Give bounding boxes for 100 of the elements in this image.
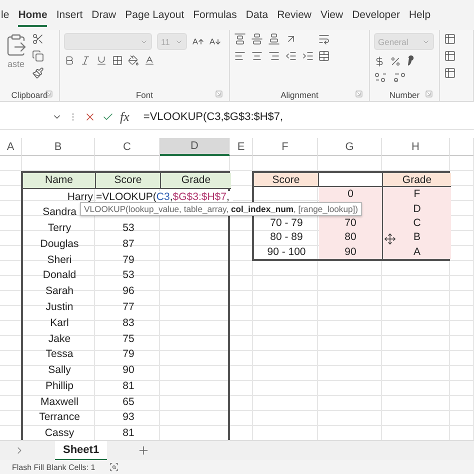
group-label: Number	[389, 88, 420, 100]
bold-icon[interactable]	[64, 55, 75, 66]
add-sheet-icon[interactable]	[137, 444, 150, 457]
ribbon-tab[interactable]: Page Layout	[125, 3, 184, 27]
borders-icon[interactable]	[112, 55, 123, 66]
ribbon-tab[interactable]: Home	[18, 3, 48, 27]
wrap-text-icon[interactable]	[318, 33, 330, 45]
table-cell-text: Terry	[46, 221, 72, 236]
table-cell-text: 79	[122, 252, 136, 268]
paintbrush-icon[interactable]	[32, 67, 44, 79]
ribbon-tab[interactable]: Formulas	[193, 3, 237, 27]
column-heading: Score	[96, 173, 161, 189]
align-left-icon[interactable]	[234, 50, 246, 62]
decrease-indent-icon[interactable]	[285, 50, 297, 62]
ribbon-tab[interactable]: Draw	[92, 3, 116, 27]
table-cell: C	[383, 216, 451, 230]
table-cell-text: Maxwell	[40, 394, 80, 410]
table-cell: B	[383, 230, 451, 245]
orientation-icon[interactable]	[285, 33, 297, 45]
table-cell-text: Sarah	[44, 284, 75, 300]
sheet-tab[interactable]: Sheet1	[55, 440, 108, 460]
table-cell-text: Phillip	[44, 378, 74, 394]
group-label: Alignment	[280, 88, 318, 100]
table-cell-text: 90	[122, 363, 136, 378]
ribbon-tab[interactable]: Help	[408, 3, 431, 27]
increase-indent-icon[interactable]	[302, 50, 314, 62]
column-heading: Grade	[161, 173, 231, 189]
align-center-icon[interactable]	[251, 50, 263, 62]
table-cell-text: 93	[122, 410, 136, 426]
table-cell-text: Cassy	[44, 426, 76, 440]
table-cell: D	[383, 202, 451, 216]
align-top-icon[interactable]	[234, 33, 246, 45]
font-color-icon[interactable]	[144, 55, 155, 66]
status-text: Flash Fill Blank Cells: 1	[12, 462, 96, 472]
table-cell-text: 79	[122, 347, 136, 362]
comma-style-icon[interactable]	[406, 55, 414, 67]
column-header[interactable]: D	[160, 138, 230, 156]
table-cell-text: 81	[122, 378, 136, 394]
table-icon[interactable]	[444, 67, 456, 79]
table-cell-text: Sally	[47, 363, 72, 378]
grow-font-icon[interactable]	[192, 36, 204, 48]
ribbon-tab[interactable]: Developer	[352, 3, 400, 27]
formula-field[interactable]: =VLOOKUP(C3,$G$3:$H$7,	[143, 110, 284, 122]
check-icon[interactable]	[102, 110, 114, 122]
table-cell-text: 87	[122, 236, 136, 252]
table-cell-text: 81	[122, 426, 136, 440]
align-bottom-icon[interactable]	[268, 33, 280, 45]
table-cell: 80	[319, 230, 383, 245]
table-cell-text: 90 - 100	[266, 244, 307, 259]
ribbon-tab[interactable]: View	[320, 3, 344, 27]
increase-decimal-icon[interactable]	[374, 72, 388, 83]
table-cell-text: Karl	[49, 316, 70, 331]
group-label: Clipboard	[11, 88, 48, 100]
ribbon-tab[interactable]: Data	[246, 3, 268, 27]
decrease-decimal-icon[interactable]	[393, 72, 407, 83]
table-cell-text: Tessa	[44, 347, 74, 362]
table-cell-text: Jake	[47, 332, 72, 346]
table-cell-text: 75	[122, 332, 136, 346]
function-tooltip: VLOOKUP(lookup_value, table_array, col_index_num, [range_lookup])	[80, 202, 362, 216]
table-cell-text: Douglas	[39, 236, 80, 252]
table-cell-text: Sheri	[46, 252, 73, 268]
table-icon[interactable]	[444, 50, 456, 62]
insert-function-button[interactable]: fx	[120, 108, 130, 124]
ribbon-tab[interactable]: Insert	[56, 3, 83, 27]
dollar-icon[interactable]	[374, 56, 385, 66]
table-cell-text: Terrance	[38, 410, 81, 426]
table-cell-text: Justin	[44, 300, 74, 315]
shrink-font-icon[interactable]	[209, 36, 221, 48]
table-cell-text: 80 - 89	[269, 230, 304, 245]
table-icon[interactable]	[444, 33, 456, 45]
align-middle-icon[interactable]	[251, 33, 263, 45]
fill-color-icon[interactable]	[128, 55, 139, 66]
table-cell-text: 96	[122, 284, 136, 300]
move-cursor-icon	[384, 233, 396, 245]
copy-icon[interactable]	[32, 50, 44, 62]
column-heading: Score	[254, 173, 319, 188]
cancel-icon[interactable]	[84, 110, 96, 122]
cell-formula[interactable]: =VLOOKUP(C3,$G$3:$H$7,	[96, 190, 234, 203]
italic-icon[interactable]	[80, 55, 91, 66]
table-cell-text: 53	[122, 268, 136, 284]
underline-icon[interactable]	[96, 55, 107, 66]
table-cell-text: 65	[122, 394, 136, 410]
table-cell: A	[383, 244, 451, 259]
ribbon-tab[interactable]: Review	[277, 3, 312, 27]
scissors-icon[interactable]	[32, 33, 44, 45]
accessibility-icon[interactable]	[109, 462, 120, 472]
merge-cells-icon[interactable]	[318, 50, 330, 62]
table-cell: 70	[319, 216, 383, 230]
column-heading: Grade	[383, 173, 451, 188]
table-cell: 0	[319, 187, 383, 202]
table-cell-text: Donald	[42, 268, 78, 284]
table-cell-text: Harry	[66, 190, 94, 205]
align-right-icon[interactable]	[268, 50, 280, 62]
ribbon-tab[interactable]: le	[1, 3, 10, 27]
table-cell: F	[383, 187, 451, 202]
percent-icon[interactable]	[390, 56, 401, 66]
table-cell-text: 70 - 79	[269, 216, 304, 230]
table-cell-text: 77	[122, 300, 136, 315]
table-cell-text: 53	[122, 221, 136, 236]
table-cell-text: 83	[122, 316, 136, 331]
